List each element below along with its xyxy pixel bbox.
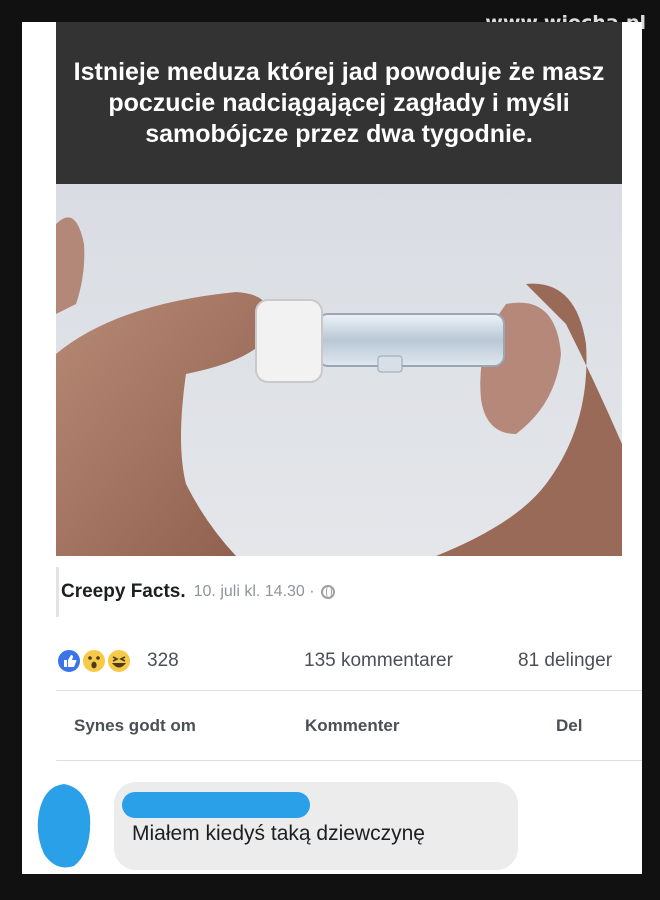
meme-caption: Istnieje meduza której jad powoduje że m… (56, 22, 622, 184)
post-photo[interactable] (56, 184, 622, 556)
like-icon (56, 648, 82, 674)
divider (56, 760, 642, 761)
post-actions: Synes godt om Kommenter Del (56, 702, 642, 750)
vial (317, 313, 505, 367)
reaction-count[interactable]: 328 (147, 650, 179, 672)
commenter-name-redacted[interactable] (122, 792, 310, 818)
divider (56, 690, 642, 691)
page-name-link[interactable]: Creepy Facts. (61, 581, 186, 603)
globe-icon (320, 585, 335, 599)
reactions-summary: 328 135 kommentarer 81 delinger (56, 640, 642, 680)
post-timestamp[interactable]: 10. juli kl. 14.30 · (194, 583, 315, 601)
commenter-avatar[interactable] (34, 782, 92, 870)
facebook-post-card: Istnieje meduza której jad powoduje że m… (22, 22, 642, 874)
post-header: Creepy Facts. 10. juli kl. 14.30 · (56, 567, 642, 617)
share-button[interactable]: Del (556, 716, 582, 736)
reaction-icons[interactable] (56, 648, 134, 674)
comment-count-link[interactable]: 135 kommentarer (304, 650, 453, 672)
vial-cap (255, 299, 323, 383)
wow-icon (81, 648, 107, 674)
comment-text: Miałem kiedyś taką dziewczynę (132, 822, 425, 845)
share-count-link[interactable]: 81 delinger (518, 650, 612, 672)
haha-icon (106, 648, 132, 674)
like-button[interactable]: Synes godt om (74, 716, 196, 736)
jellyfish (377, 355, 403, 373)
comment-button[interactable]: Kommenter (305, 716, 399, 736)
